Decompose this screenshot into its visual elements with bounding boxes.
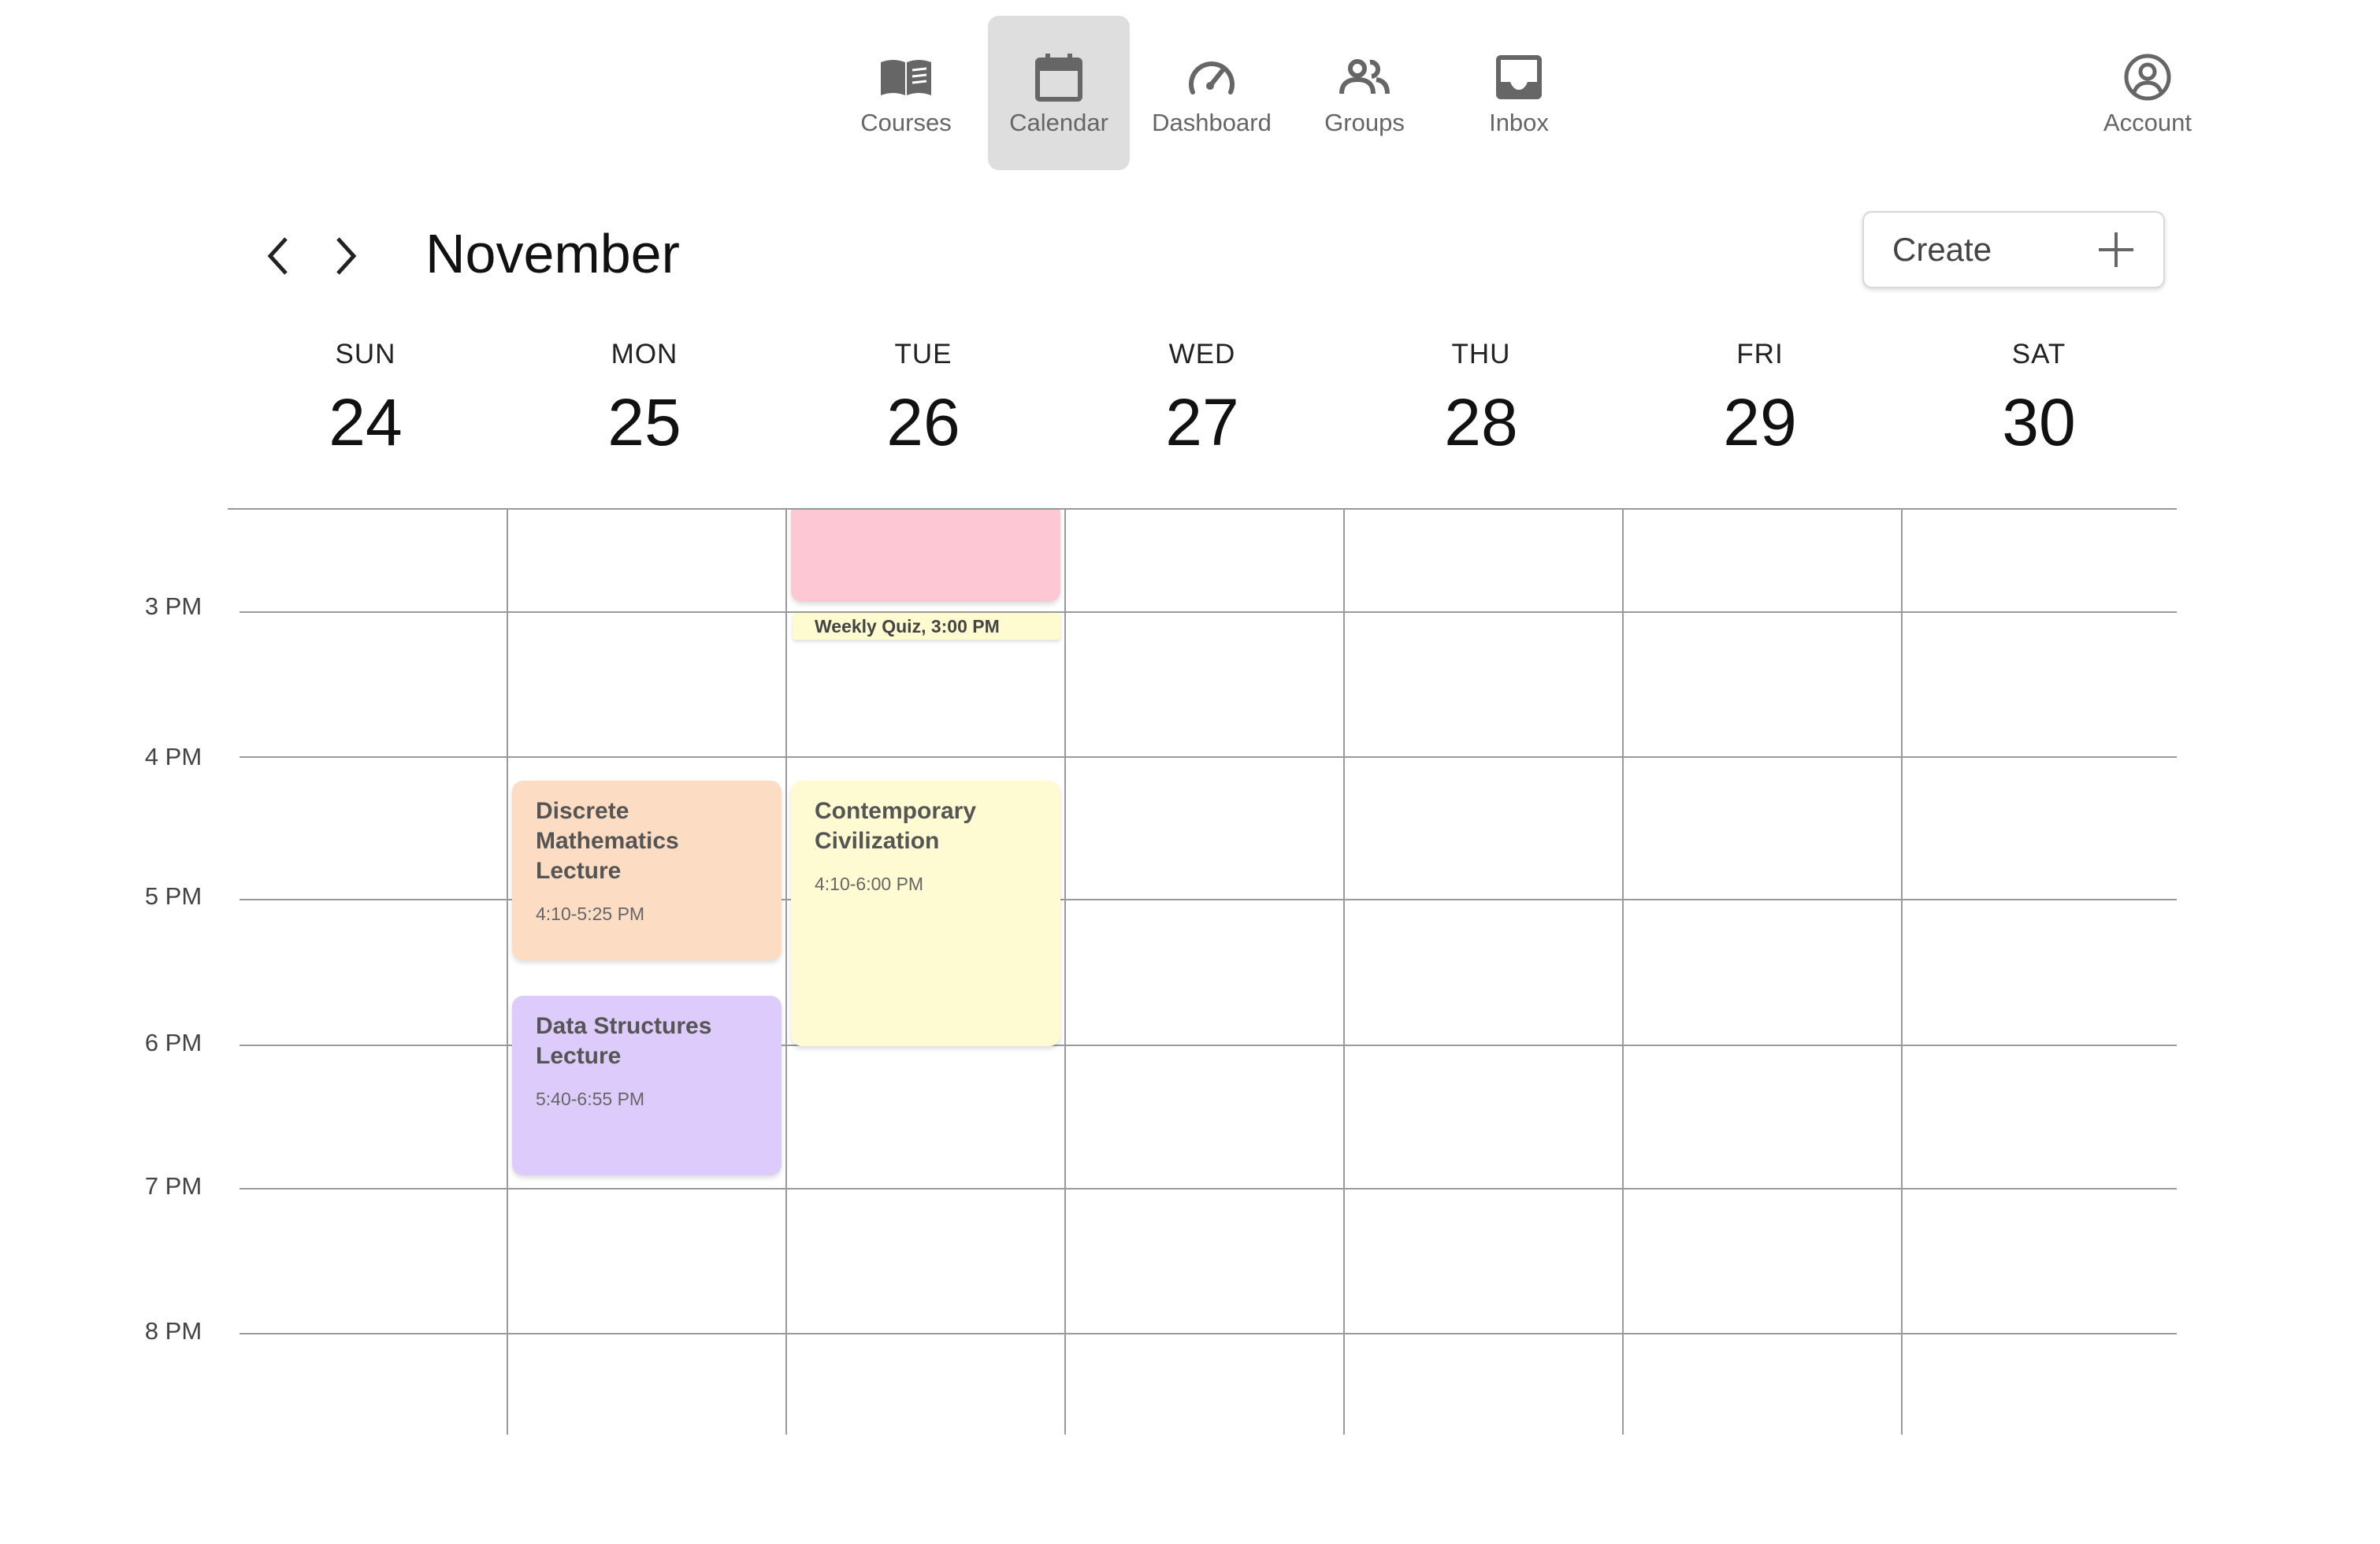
inbox-icon: [1491, 49, 1547, 106]
day-name: TUE: [894, 339, 952, 369]
grid-column-line: [785, 508, 787, 1435]
grid-hour-line: [239, 611, 2177, 613]
time-label: 4 PM: [144, 743, 202, 770]
event-time: 4:10-5:25 PM: [536, 904, 645, 924]
day-number: 29: [1723, 385, 1797, 459]
grid-column-line: [1064, 508, 1066, 1435]
day-header-sat: SAT 30: [1899, 339, 2178, 461]
grid-hour-line: [239, 1188, 2177, 1190]
event-title: Data Structures Lecture: [536, 1013, 712, 1069]
grid-column-line: [1901, 508, 1903, 1435]
nav-label-inbox: Inbox: [1489, 109, 1549, 136]
time-label: 3 PM: [144, 592, 202, 620]
day-header-mon: MON 25: [505, 339, 784, 461]
day-header-sun: SUN 24: [226, 339, 505, 461]
event-time: 4:10-6:00 PM: [815, 874, 924, 894]
prev-month-button[interactable]: [251, 228, 306, 284]
day-name: THU: [1451, 339, 1511, 369]
event-title: Discrete Mathematics Lecture: [536, 798, 679, 884]
day-number: 26: [886, 385, 960, 459]
nav-dashboard[interactable]: Dashboard: [1141, 16, 1283, 170]
day-number: 24: [329, 385, 403, 459]
speedometer-icon: [1183, 49, 1240, 106]
book-icon: [878, 49, 934, 106]
next-month-button[interactable]: [318, 228, 373, 284]
day-name: SAT: [2011, 339, 2066, 369]
create-button[interactable]: Create: [1862, 211, 2165, 288]
day-name: WED: [1168, 339, 1236, 369]
day-number: 28: [1444, 385, 1518, 459]
chevron-right-icon: [336, 237, 357, 275]
event-time: 5:40-6:55 PM: [536, 1089, 645, 1109]
day-header-fri: FRI 29: [1621, 339, 1899, 461]
month-title: November: [425, 223, 680, 284]
nav-label-groups: Groups: [1324, 109, 1405, 136]
nav-account[interactable]: Account: [2077, 16, 2218, 170]
event-pink[interactable]: [791, 510, 1060, 602]
day-name: FRI: [1736, 339, 1784, 369]
grid-column-line: [1622, 508, 1624, 1435]
plus-icon: [2099, 232, 2133, 267]
day-header-thu: THU 28: [1342, 339, 1621, 461]
event-contemporary-civ[interactable]: Contemporary Civilization 4:10-6:00 PM: [791, 781, 1060, 1046]
chevron-left-icon: [267, 237, 288, 275]
grid-hour-line: [239, 1333, 2177, 1334]
nav-calendar[interactable]: Calendar: [988, 16, 1130, 170]
time-label: 8 PM: [144, 1317, 202, 1345]
day-name: MON: [611, 339, 678, 369]
event-discrete-math[interactable]: Discrete Mathematics Lecture 4:10-5:25 P…: [512, 781, 782, 960]
time-label: 6 PM: [144, 1029, 202, 1056]
event-title: Contemporary Civilization: [815, 798, 977, 854]
grid-top-line: [228, 508, 2177, 510]
nav-inbox[interactable]: Inbox: [1448, 16, 1590, 170]
day-number: 25: [607, 385, 681, 459]
account-icon: [2119, 49, 2176, 106]
nav-label-calendar: Calendar: [1009, 109, 1108, 136]
grid-column-line: [507, 508, 508, 1435]
day-name: SUN: [335, 339, 396, 369]
calendar-icon: [1030, 49, 1087, 106]
nav-courses[interactable]: Courses: [835, 16, 977, 170]
day-number: 30: [2002, 385, 2076, 459]
grid-column-line: [1343, 508, 1345, 1435]
event-weekly-quiz[interactable]: Weekly Quiz, 3:00 PM: [793, 613, 1060, 640]
nav-label-dashboard: Dashboard: [1152, 109, 1272, 136]
day-header-tue: TUE 26: [784, 339, 1063, 461]
nav-groups[interactable]: Groups: [1294, 16, 1435, 170]
grid-hour-line: [239, 756, 2177, 758]
nav-label-account: Account: [2103, 109, 2192, 136]
day-number: 27: [1165, 385, 1239, 459]
create-label: Create: [1892, 231, 1992, 268]
nav-label-courses: Courses: [860, 109, 952, 136]
time-label: 5 PM: [144, 882, 202, 910]
group-icon: [1336, 49, 1393, 106]
event-data-structures[interactable]: Data Structures Lecture 5:40-6:55 PM: [512, 996, 782, 1175]
day-header-wed: WED 27: [1063, 339, 1342, 461]
time-label: 7 PM: [144, 1172, 202, 1200]
